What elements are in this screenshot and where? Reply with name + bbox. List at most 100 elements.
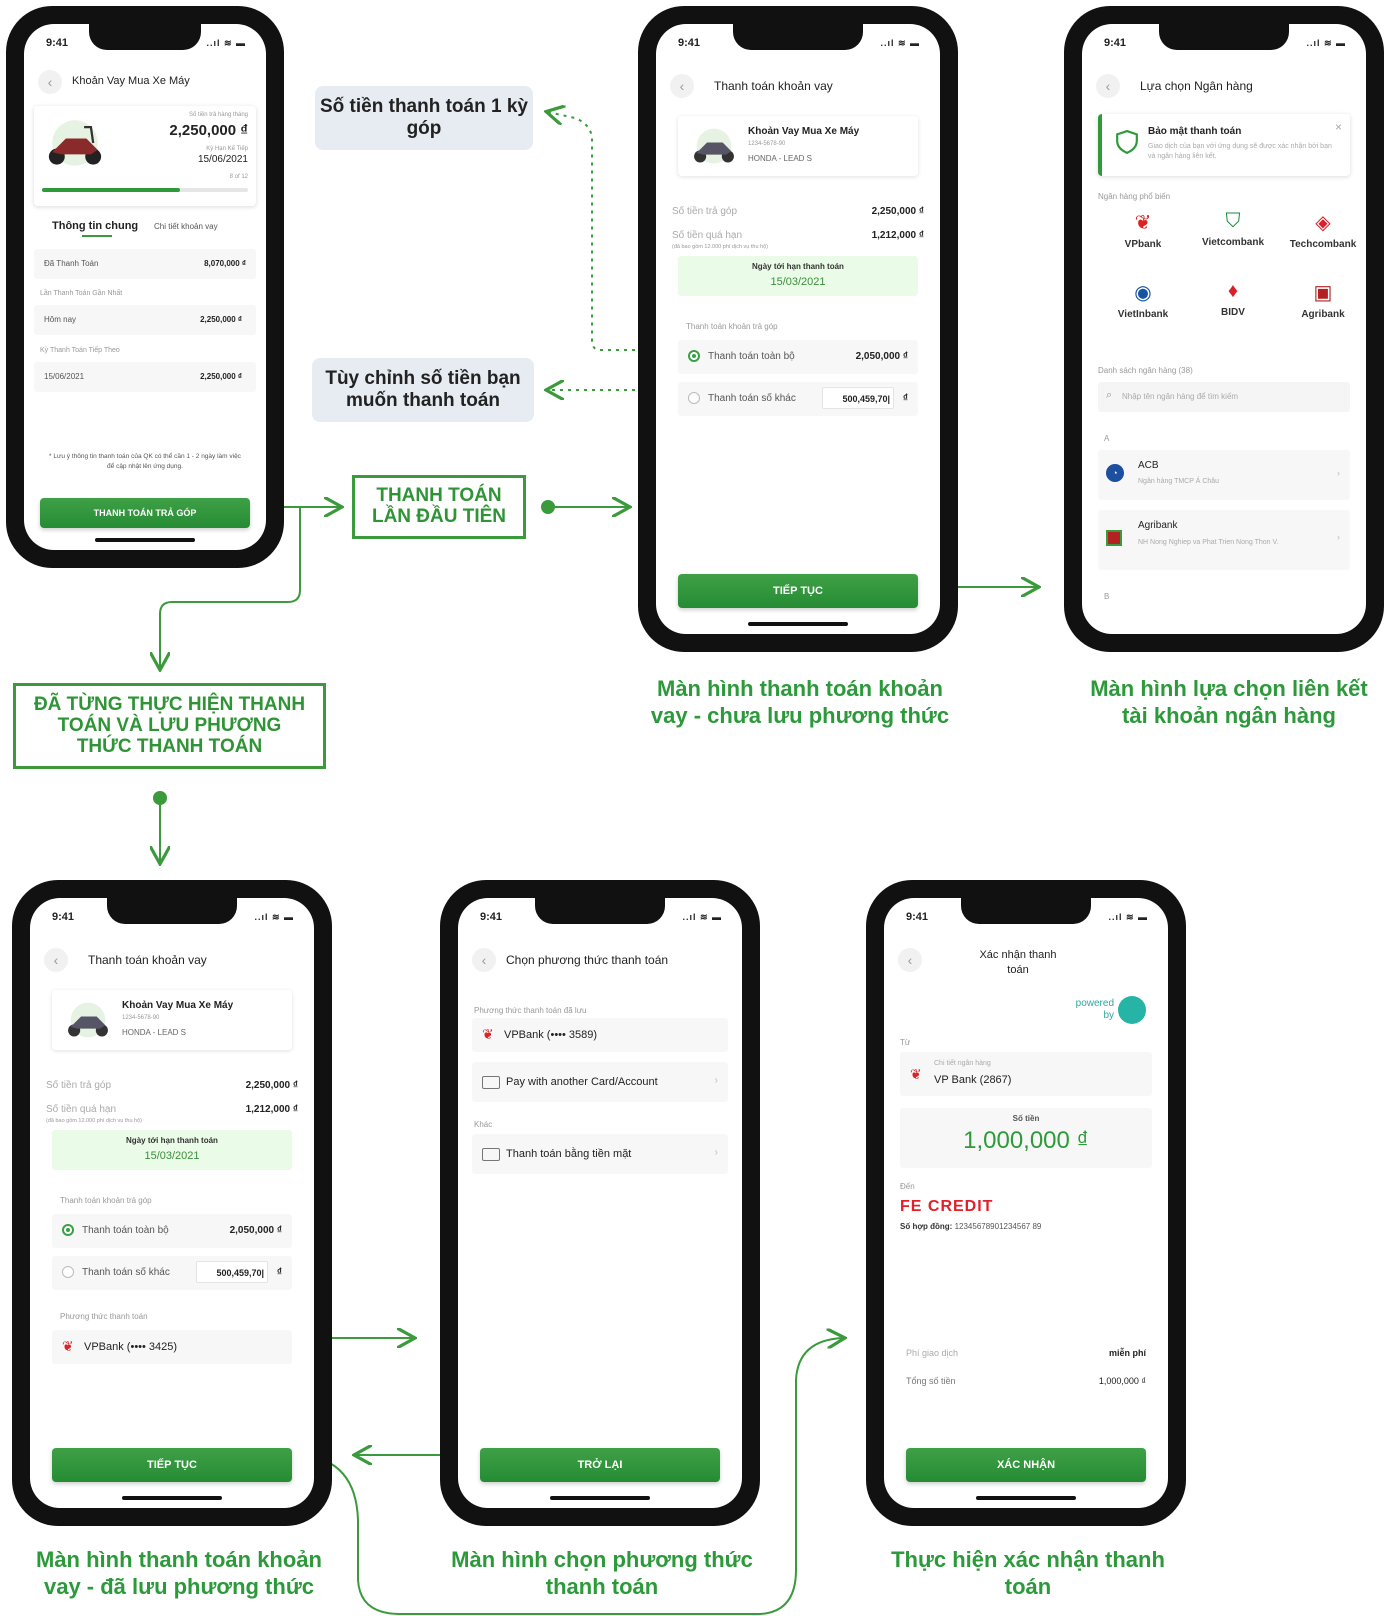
- contract-label: Số hợp đồng:: [900, 1222, 953, 1231]
- today-row[interactable]: Hôm nay 2,250,000 ₫: [34, 305, 256, 335]
- kv-value: miễn phí: [1108, 1348, 1146, 1358]
- loan-product: HONDA - LEAD S: [748, 154, 813, 163]
- bank-row-acb[interactable]: ◔ ACB Ngân hàng TMCP Á Châu ›: [1098, 450, 1350, 500]
- shield-icon: [1116, 130, 1138, 154]
- radio-selected[interactable]: [688, 350, 700, 362]
- vpbank-logo-icon: ❦: [910, 1066, 922, 1082]
- callout-amount-one: Số tiền thanh toán 1 kỳ góp: [315, 86, 533, 150]
- continue-button[interactable]: TIẾP TỤC: [52, 1448, 292, 1482]
- cash-item[interactable]: Thanh toán bằng tiền mặt ›: [472, 1134, 728, 1174]
- box-text: ĐÃ TỪNG THỰC HIỆN THANH TOÁN VÀ LƯU PHƯƠ…: [33, 694, 306, 757]
- header: ‹ Thanh toán khoản vay: [670, 74, 926, 100]
- radio-selected[interactable]: [62, 1224, 74, 1236]
- status-time: 9:41: [52, 911, 75, 923]
- amount-input[interactable]: 500,459,70|: [196, 1261, 268, 1283]
- caption-confirm: Thực hiện xác nhận thanh toán: [891, 1547, 1165, 1599]
- amount-input[interactable]: 500,459,70|: [822, 387, 894, 409]
- home-indicator: [550, 1496, 650, 1500]
- options-label: Thanh toán khoản trả góp: [686, 322, 778, 331]
- option-full[interactable]: Thanh toán toàn bộ 2,050,000 ₫: [678, 340, 918, 374]
- tab-detail[interactable]: Chi tiết khoản vay: [154, 222, 218, 231]
- pay-installment-button[interactable]: THANH TOÁN TRẢ GÓP: [40, 498, 250, 528]
- vpbank-logo-icon: ❦: [1134, 212, 1152, 234]
- saved-method-row[interactable]: ❦ VPBank (•••• 3425): [52, 1330, 292, 1364]
- option-value: 2,050,000 ₫: [855, 351, 908, 362]
- amount-input-value: 500,459,70|: [842, 394, 890, 404]
- bank-agribank[interactable]: ▣ Agribank: [1278, 280, 1366, 340]
- method-label: Phương thức thanh toán: [60, 1312, 148, 1321]
- phone-confirm: 9:41 ..ıl ≋ ▬ ‹ Xác nhận thanh toán powe…: [866, 880, 1186, 1526]
- bank-full-name: NH Nong Nghiep va Phat Trien Nong Thon V…: [1138, 539, 1279, 546]
- paid-row: Đã Thanh Toán 8,070,000 ₫: [34, 249, 256, 279]
- bank-techcombank[interactable]: ◈ Techcombank: [1278, 210, 1366, 270]
- bank-name: Agribank: [1138, 520, 1178, 531]
- acb-logo-icon: ◔: [1106, 464, 1124, 482]
- back-icon[interactable]: ‹: [898, 948, 922, 972]
- notch: [106, 898, 238, 924]
- search-placeholder: Nhập tên ngân hàng để tìm kiếm: [1122, 392, 1239, 401]
- next-pay-row[interactable]: 15/06/2021 2,250,000 ₫: [34, 362, 256, 392]
- back-icon[interactable]: ‹: [38, 70, 62, 94]
- kv-label: Phí giao dịch: [906, 1348, 959, 1358]
- back-icon[interactable]: ‹: [472, 948, 496, 972]
- callout-text: Số tiền thanh toán 1 kỳ góp: [320, 96, 528, 139]
- due-date: 15/03/2021: [770, 276, 826, 288]
- header: ‹ Thanh toán khoản vay: [44, 948, 300, 974]
- status-time: 9:41: [46, 37, 69, 49]
- page-title: Thanh toán khoản vay: [88, 953, 207, 967]
- kv-label: Tổng số tiền: [906, 1376, 956, 1386]
- radio-unselected[interactable]: [688, 392, 700, 404]
- kv-label: Số tiền trả góp: [46, 1080, 112, 1091]
- contract-no: 12345678901234567 89: [954, 1222, 1042, 1231]
- notch: [89, 24, 201, 50]
- row-value: 2,250,000 ₫: [200, 315, 242, 324]
- phone-bank-select: 9:41 ..ıl ≋ ▬ ‹ Lựa chọn Ngân hàng Bảo m…: [1064, 6, 1384, 652]
- confirm-button[interactable]: XÁC NHẬN: [906, 1448, 1146, 1482]
- next-date: 15/06/2021: [197, 154, 248, 165]
- page-title: Lựa chọn Ngân hàng: [1140, 79, 1253, 93]
- notch: [534, 898, 666, 924]
- kv-label: Số tiền quá hạn: [672, 230, 743, 241]
- next-label: Kỳ Hạn Kế Tiếp: [206, 146, 248, 152]
- header: ‹ Xác nhận thanh toán: [898, 948, 1154, 976]
- currency: ₫: [902, 393, 908, 404]
- loan-name: Khoản Vay Mua Xe Máy: [122, 1000, 234, 1011]
- bank-vietinbank[interactable]: ◉ VietInbank: [1098, 280, 1188, 340]
- another-card-item[interactable]: Pay with another Card/Account ›: [472, 1062, 728, 1102]
- card-icon: [482, 1076, 500, 1089]
- continue-button[interactable]: TIẾP TỤC: [678, 574, 918, 608]
- letter-b: B: [1104, 592, 1110, 601]
- back-icon[interactable]: ‹: [670, 74, 694, 98]
- saved-method-item[interactable]: ❦ VPBank (•••• 3589): [472, 1018, 728, 1052]
- bank-search-input[interactable]: ⌕ Nhập tên ngân hàng để tìm kiếm: [1098, 382, 1350, 412]
- option-label: Thanh toán toàn bộ: [708, 351, 795, 362]
- kv-value: 2,250,000 ₫: [871, 206, 924, 217]
- security-text: Giao dịch của bạn với ứng dụng sẽ được x…: [1148, 143, 1332, 160]
- page-title: Khoản Vay Mua Xe Máy: [72, 75, 190, 87]
- radio-unselected[interactable]: [62, 1266, 74, 1278]
- motorbike-image: [68, 1002, 108, 1038]
- back-icon[interactable]: ‹: [44, 948, 68, 972]
- back-button[interactable]: TRỞ LẠI: [480, 1448, 720, 1482]
- close-icon[interactable]: ×: [1335, 120, 1342, 134]
- bank-row-agribank[interactable]: Agribank NH Nong Nghiep va Phat Trien No…: [1098, 510, 1350, 570]
- back-icon[interactable]: ‹: [1096, 74, 1120, 98]
- progress-text: 8 of 12: [229, 174, 248, 180]
- kv-label: Số tiền trả góp: [672, 206, 738, 217]
- option-full[interactable]: Thanh toán toàn bộ 2,050,000 ₫: [52, 1214, 292, 1248]
- box-saved-method: ĐÃ TỪNG THỰC HIỆN THANH TOÁN VÀ LƯU PHƯƠ…: [13, 683, 326, 769]
- bank-bidv[interactable]: ♦ BIDV: [1188, 280, 1278, 340]
- progress-fill: [42, 188, 181, 192]
- status-icons: ..ıl ≋ ▬: [682, 912, 722, 922]
- status-icons: ..ıl ≋ ▬: [1306, 38, 1346, 48]
- method-label: VPBank (•••• 3589): [504, 1029, 598, 1041]
- header: ‹ Lựa chọn Ngân hàng: [1096, 74, 1352, 100]
- bank-vpbank[interactable]: ❦ VPbank: [1098, 210, 1188, 270]
- option-other[interactable]: Thanh toán số khác 500,459,70| ₫: [678, 382, 918, 416]
- option-label: Thanh toán số khác: [708, 393, 796, 404]
- tab-general[interactable]: Thông tin chung: [52, 220, 138, 232]
- option-other[interactable]: Thanh toán số khác 500,459,70| ₫: [52, 1256, 292, 1290]
- bank-vietcombank[interactable]: ⛉ Vietcombank: [1188, 210, 1278, 270]
- letter-a: A: [1104, 434, 1110, 443]
- monthly-label: Số tiền trả hàng tháng: [188, 112, 248, 118]
